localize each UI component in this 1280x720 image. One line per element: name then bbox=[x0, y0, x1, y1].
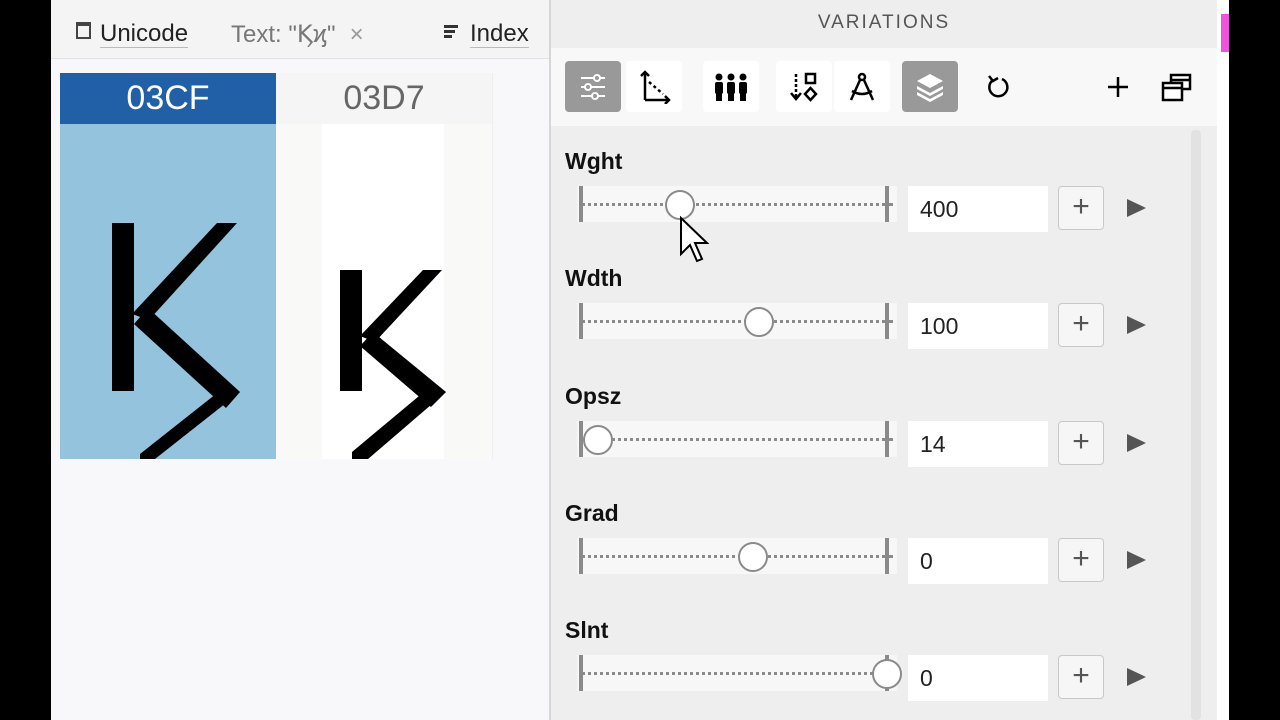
glyph-code: 03CF bbox=[60, 73, 276, 124]
axis-slider[interactable] bbox=[577, 303, 897, 339]
reset-button[interactable] bbox=[971, 61, 1027, 112]
people-icon bbox=[715, 73, 747, 101]
axis-name: Wght bbox=[565, 148, 623, 174]
axis-value-field[interactable] bbox=[908, 655, 1048, 701]
tab-index-label: Index bbox=[470, 20, 529, 48]
axis-name: Grad bbox=[565, 500, 619, 526]
accent-marker bbox=[1221, 14, 1229, 52]
tab-index[interactable]: Index bbox=[444, 20, 529, 50]
layers-button[interactable] bbox=[902, 61, 958, 112]
add-axis-location-button[interactable]: + bbox=[1058, 186, 1104, 230]
axis-row: Slnt + bbox=[565, 617, 1175, 720]
tab-text-label: Text: "Ϗϗ" bbox=[231, 21, 336, 48]
play-icon[interactable] bbox=[1127, 316, 1146, 334]
sort-button[interactable] bbox=[776, 61, 832, 112]
slider-thumb[interactable] bbox=[744, 307, 775, 337]
variations-panel: VARIATIONS Wght 400 + Wdth 100 + Opsz 14… bbox=[549, 0, 1229, 720]
axis-value-field[interactable] bbox=[908, 303, 1048, 349]
axis-slider[interactable] bbox=[577, 538, 897, 574]
axis-value-input[interactable] bbox=[908, 421, 1040, 467]
axis-row: Wdth + bbox=[565, 265, 1175, 383]
window-icon bbox=[76, 22, 91, 39]
axis-value-field[interactable] bbox=[908, 186, 1048, 232]
sort-icon bbox=[790, 72, 818, 102]
axis-value-field[interactable] bbox=[908, 538, 1048, 584]
axis-slider[interactable] bbox=[577, 655, 902, 691]
axis-row: Opsz + bbox=[565, 383, 1175, 501]
play-icon[interactable] bbox=[1127, 551, 1146, 569]
axis-value-field[interactable] bbox=[908, 421, 1048, 467]
axis-name: Slnt bbox=[565, 617, 609, 643]
glyph-preview bbox=[276, 124, 492, 459]
axis-value-input[interactable] bbox=[908, 538, 1040, 584]
sliders-button[interactable] bbox=[565, 61, 621, 112]
glyph-code: 03D7 bbox=[276, 73, 492, 124]
variations-toolbar bbox=[551, 48, 1217, 126]
reset-icon bbox=[988, 74, 1009, 97]
masters-button[interactable] bbox=[703, 61, 759, 112]
sliders-icon bbox=[581, 73, 605, 100]
play-icon[interactable] bbox=[1127, 434, 1146, 452]
axis-value-input[interactable] bbox=[908, 303, 1040, 349]
windows-icon bbox=[1161, 73, 1192, 101]
tab-bar: Unicode Text: "Ϗϗ" × Index bbox=[51, 0, 549, 59]
play-icon[interactable] bbox=[1127, 668, 1146, 686]
axis-value-input[interactable] bbox=[908, 186, 1040, 232]
slider-thumb[interactable] bbox=[583, 425, 614, 455]
tab-unicode-label: Unicode bbox=[100, 20, 189, 48]
axis-slider[interactable] bbox=[577, 186, 897, 222]
compass-button[interactable] bbox=[834, 61, 890, 112]
axis-name: Wdth bbox=[565, 265, 623, 291]
compass-icon bbox=[849, 72, 875, 101]
axes-icon bbox=[640, 69, 671, 104]
add-button[interactable] bbox=[1090, 61, 1146, 112]
glyph-cell-selected[interactable]: 03CF bbox=[60, 73, 276, 459]
play-icon[interactable] bbox=[1127, 199, 1146, 217]
panel-title: VARIATIONS bbox=[817, 12, 951, 33]
slider-thumb[interactable] bbox=[871, 659, 902, 689]
window-edge bbox=[1217, 0, 1229, 720]
add-axis-location-button[interactable]: + bbox=[1058, 655, 1104, 699]
axis-name: Opsz bbox=[565, 383, 622, 409]
list-icon bbox=[444, 25, 458, 39]
add-icon bbox=[1108, 76, 1128, 97]
tab-unicode[interactable]: Unicode bbox=[76, 20, 189, 50]
axis-row: Grad + bbox=[565, 500, 1175, 618]
tab-text[interactable]: Text: "Ϗϗ" × bbox=[231, 20, 364, 50]
windows-button[interactable] bbox=[1149, 61, 1205, 112]
add-axis-location-button[interactable]: + bbox=[1058, 303, 1104, 347]
app-window: Unicode Text: "Ϗϗ" × Index 03CF 03D7 VAR… bbox=[51, 0, 1229, 720]
axis-value-input[interactable] bbox=[908, 655, 1040, 701]
mouse-cursor-icon bbox=[680, 216, 709, 263]
glyph-pane: Unicode Text: "Ϗϗ" × Index 03CF 03D7 bbox=[51, 0, 549, 720]
add-axis-location-button[interactable]: + bbox=[1058, 421, 1104, 465]
layers-icon bbox=[917, 73, 943, 102]
axes-button[interactable] bbox=[626, 61, 682, 112]
glyph-preview bbox=[60, 124, 276, 459]
close-icon[interactable]: × bbox=[350, 21, 364, 48]
glyph-cell[interactable]: 03D7 bbox=[276, 73, 493, 459]
panel-scrollbar[interactable] bbox=[1191, 130, 1201, 720]
slider-thumb[interactable] bbox=[738, 542, 769, 572]
axis-slider[interactable] bbox=[577, 421, 897, 457]
add-axis-location-button[interactable]: + bbox=[1058, 538, 1104, 582]
axis-row: Wght + bbox=[565, 148, 1175, 266]
